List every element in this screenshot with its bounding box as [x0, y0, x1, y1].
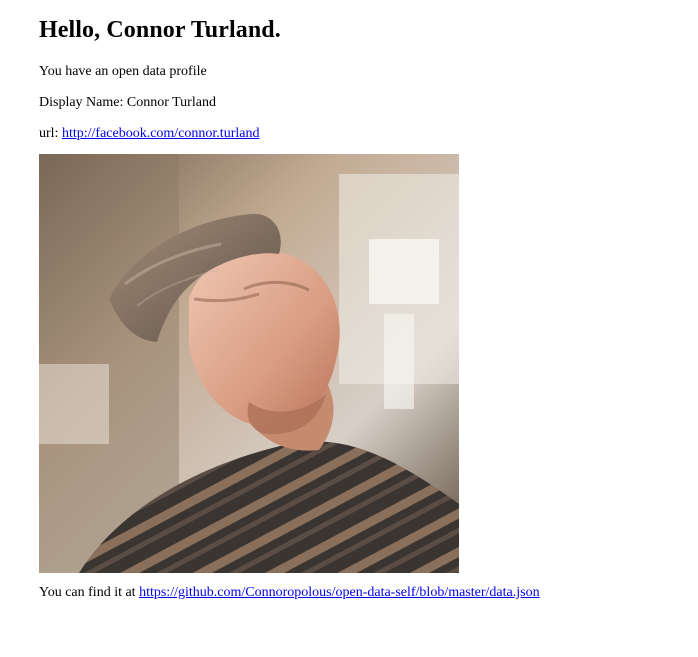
- url-label: url:: [39, 126, 59, 141]
- display-name-row: Display Name: Connor Turland: [39, 95, 679, 111]
- url-row: url: http://facebook.com/connor.turland: [39, 126, 679, 142]
- display-name-label: Display Name:: [39, 95, 124, 110]
- data-location-row: You can find it at https://github.com/Co…: [39, 585, 679, 601]
- data-json-link[interactable]: https://github.com/Connoropolous/open-da…: [139, 585, 540, 600]
- page-title: Hello, Connor Turland.: [39, 17, 281, 43]
- status-text: You have an open data profile: [39, 64, 207, 79]
- data-location-prefix: You can find it at: [39, 585, 136, 600]
- display-name-value: Connor Turland: [126, 95, 216, 110]
- profile-page: Hello, Connor Turland. You have an open …: [39, 0, 679, 601]
- profile-photo: [39, 154, 459, 573]
- facebook-profile-link[interactable]: http://facebook.com/connor.turland: [62, 126, 260, 141]
